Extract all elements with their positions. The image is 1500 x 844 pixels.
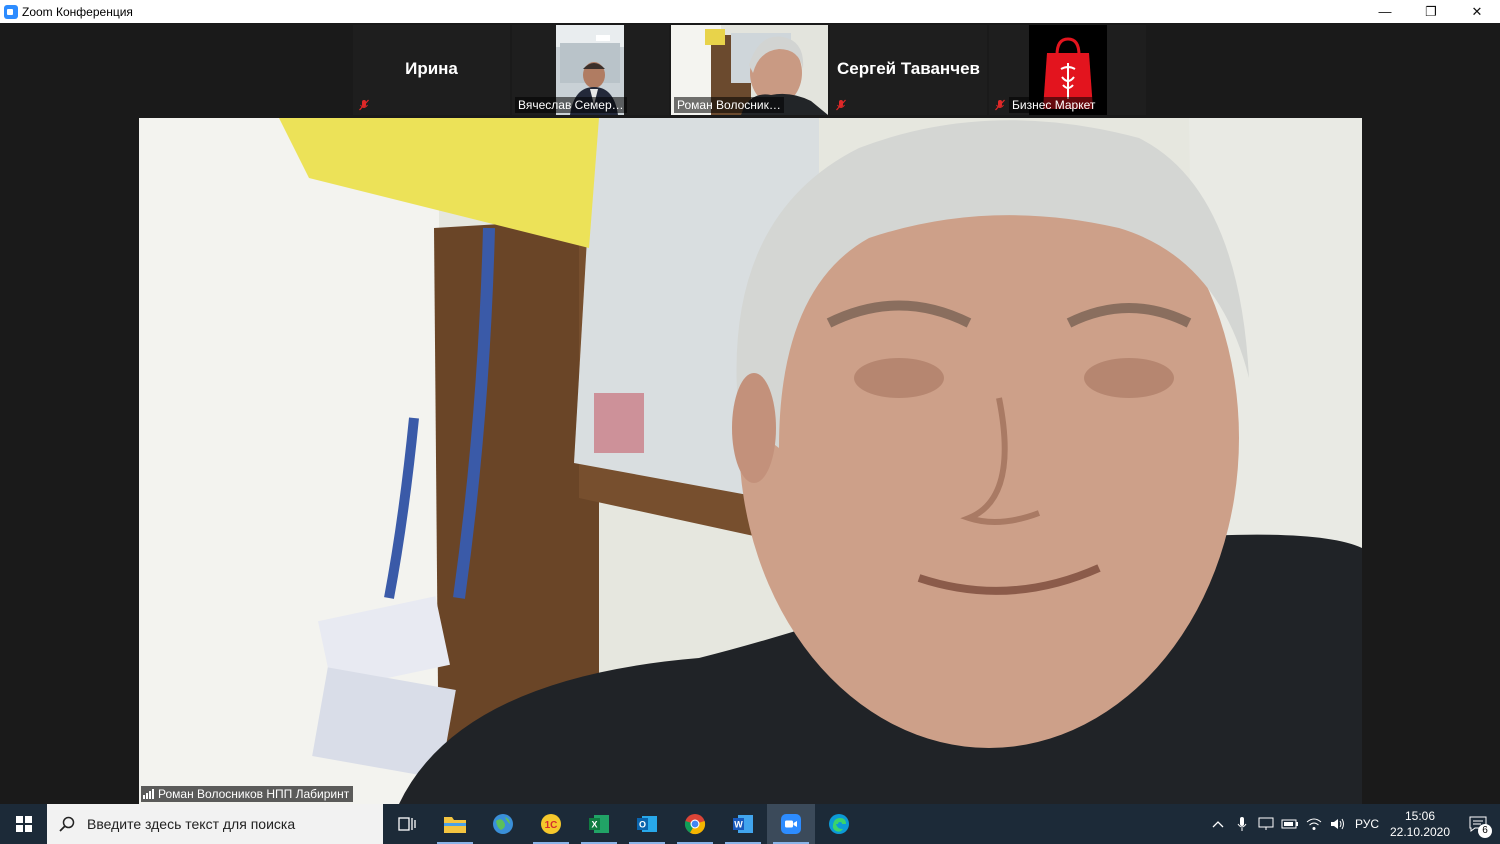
taskbar-globe-app[interactable] (479, 804, 527, 844)
tray-microphone[interactable] (1230, 804, 1254, 844)
signal-strength-icon (143, 789, 154, 799)
taskbar-chrome[interactable] (671, 804, 719, 844)
tray-volume[interactable] (1326, 804, 1350, 844)
chevron-up-icon (1212, 821, 1224, 828)
wifi-icon (1306, 818, 1322, 830)
taskbar-file-explorer[interactable] (431, 804, 479, 844)
tray-app-icon[interactable] (1254, 804, 1278, 844)
show-hidden-icons[interactable] (1206, 804, 1230, 844)
zoom-logo-icon (4, 4, 18, 19)
muted-mic-icon (359, 99, 369, 111)
excel-icon: X (589, 815, 609, 833)
input-language[interactable]: РУС (1350, 817, 1384, 831)
action-center-button[interactable]: 6 (1456, 804, 1500, 844)
svg-text:O: O (639, 820, 646, 830)
microphone-icon (1237, 817, 1247, 831)
globe-icon (493, 814, 513, 834)
participant-label: Роман Волосник… (674, 97, 784, 113)
windows-logo-icon (15, 816, 32, 832)
battery-icon (1281, 819, 1298, 829)
monitor-icon (1258, 817, 1274, 830)
muted-mic-icon (995, 99, 1005, 111)
participant-tile[interactable]: Ирина (353, 25, 510, 115)
window-title: Zoom Конференция (22, 4, 133, 19)
taskbar-edge[interactable] (815, 804, 863, 844)
taskbar-zoom[interactable] (767, 804, 815, 844)
participant-tile[interactable]: Бизнес Маркет (989, 25, 1146, 115)
taskbar-outlook[interactable]: O (623, 804, 671, 844)
meeting-stage: Ирина Вячеслав Семер… Роман Волосник… Се… (0, 23, 1500, 804)
search-placeholder: Введите здесь текст для поиска (87, 816, 296, 832)
taskbar: Введите здесь текст для поиска 1C X O W … (0, 804, 1500, 844)
svg-text:W: W (734, 820, 743, 830)
restore-button[interactable]: ❐ (1408, 0, 1454, 23)
edge-icon (829, 814, 849, 834)
speaker-name: Роман Волосников НПП Лабиринт (158, 787, 350, 801)
participant-tile-active[interactable]: Роман Волосник… (671, 25, 828, 115)
participant-strip: Ирина Вячеслав Семер… Роман Волосник… Се… (353, 25, 1146, 115)
chrome-icon (684, 814, 706, 835)
taskbar-excel[interactable]: X (575, 804, 623, 844)
notification-count-badge: 6 (1478, 824, 1492, 838)
muted-mic-icon (836, 99, 846, 111)
tray-battery[interactable] (1278, 804, 1302, 844)
participant-tile[interactable]: Вячеслав Семер… (512, 25, 669, 115)
participant-name: Сергей Таванчев (837, 59, 980, 78)
zoom-icon (781, 814, 801, 834)
participant-label: Бизнес Маркет (1009, 97, 1099, 113)
taskbar-1c-app[interactable]: 1C (527, 804, 575, 844)
system-tray: РУС 15:06 22.10.2020 6 (1206, 804, 1500, 844)
task-view-button[interactable] (383, 804, 431, 844)
tray-wifi[interactable] (1302, 804, 1326, 844)
outlook-icon: O (637, 816, 657, 832)
clock-time: 15:06 (1404, 809, 1436, 823)
taskbar-clock[interactable]: 15:06 22.10.2020 (1384, 808, 1456, 840)
1c-icon: 1C (541, 814, 561, 834)
speaker-video-frame (139, 118, 1362, 804)
participant-name: Ирина (405, 59, 458, 78)
participant-label: Вячеслав Семер… (515, 97, 627, 113)
svg-text:1C: 1C (545, 820, 558, 831)
taskbar-word[interactable]: W (719, 804, 767, 844)
speaker-video[interactable]: Роман Волосников НПП Лабиринт (139, 118, 1362, 804)
participant-tile[interactable]: Сергей Таванчев (830, 25, 987, 115)
window-controls: — ❐ ✕ (1362, 0, 1500, 23)
speaker-name-label: Роман Волосников НПП Лабиринт (141, 786, 354, 802)
svg-text:X: X (591, 820, 597, 830)
taskbar-search-box[interactable]: Введите здесь текст для поиска (47, 804, 383, 844)
clock-date: 22.10.2020 (1389, 825, 1451, 839)
minimize-button[interactable]: — (1362, 0, 1408, 23)
word-icon: W (733, 815, 753, 833)
task-view-icon (398, 817, 416, 831)
start-button[interactable] (0, 804, 47, 844)
speaker-icon (1331, 818, 1344, 830)
window-titlebar: Zoom Конференция — ❐ ✕ (0, 0, 1500, 23)
close-button[interactable]: ✕ (1454, 0, 1500, 23)
search-icon (59, 816, 75, 832)
folder-icon (444, 817, 466, 833)
